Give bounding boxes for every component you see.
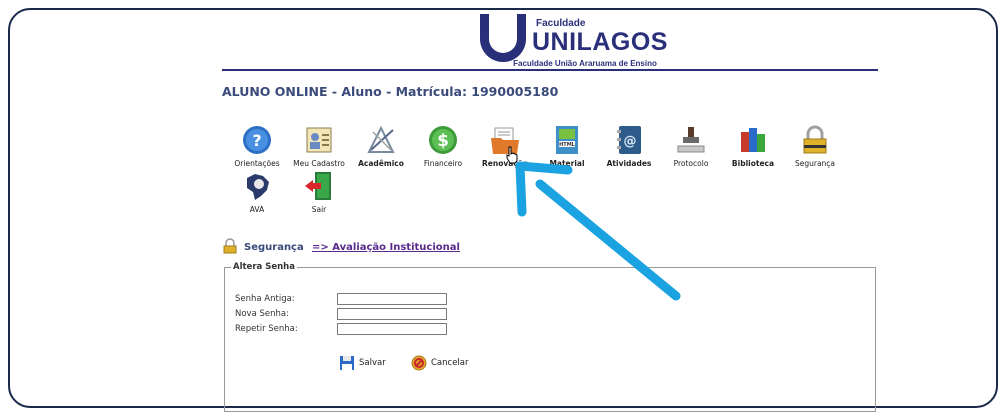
floppy-disk-icon [340, 356, 354, 370]
menu-ava[interactable]: AVA [226, 170, 286, 230]
menu-label: AVA [249, 205, 265, 214]
header-divider [222, 69, 878, 71]
address-book-icon: @ [617, 126, 641, 154]
id-card-icon [306, 127, 332, 153]
new-password-input[interactable] [337, 308, 447, 320]
repeat-password-label: Repetir Senha: [235, 324, 298, 334]
menu-label: Orientações [234, 159, 280, 168]
menu-label: Segurança [794, 159, 836, 168]
menu-label: Protocolo [673, 159, 709, 168]
svg-text:$: $ [437, 131, 449, 151]
padlock-icon [223, 238, 237, 254]
old-password-input[interactable] [337, 293, 447, 305]
stamp-icon [677, 127, 705, 153]
html-document-icon: HTML [556, 126, 578, 154]
menu-renovacao[interactable]: Renovação [474, 124, 534, 184]
main-page: Faculdade UNILAGOS Faculdade União Araru… [222, 10, 878, 412]
logo-name: UNILAGOS [532, 28, 668, 56]
menu-label: Material [549, 159, 585, 168]
repeat-password-input[interactable] [337, 323, 447, 335]
save-label: Salvar [359, 358, 386, 368]
menu-biblioteca[interactable]: Biblioteca [722, 124, 782, 184]
logo-subtitle: Faculdade União Araruama de Ensino [513, 59, 657, 68]
menu-seguranca[interactable]: Segurança [784, 124, 844, 184]
menu-academico[interactable]: Acadêmico [350, 124, 410, 184]
unilagos-logo: Faculdade UNILAGOS Faculdade União Araru… [480, 14, 690, 72]
student-info: ALUNO ONLINE - Aluno - Matrícula: 199000… [222, 84, 559, 99]
menu-atividades[interactable]: @ Atividades [598, 124, 658, 184]
menu-label: Meu Cadastro [293, 159, 345, 168]
avaliacao-institucional-link[interactable]: => Avaliação Institucional [312, 242, 460, 253]
svg-text:?: ? [252, 131, 261, 150]
change-password-fieldset: Altera Senha Senha Antiga: Nova Senha: R… [224, 262, 876, 412]
dollar-icon: $ [429, 126, 457, 154]
drafting-tools-icon [367, 125, 395, 153]
cancel-label: Cancelar [431, 358, 469, 368]
menu-label: Sair [311, 205, 327, 214]
menu-label: Biblioteca [731, 159, 775, 168]
menu-financeiro[interactable]: $ Financeiro [412, 124, 472, 184]
brazil-map-icon [247, 174, 269, 200]
logo-u-shape [480, 18, 526, 62]
new-password-label: Nova Senha: [235, 309, 289, 319]
books-icon [741, 128, 765, 152]
help-icon: ? [243, 126, 271, 154]
breadcrumb-section: Segurança [244, 242, 304, 253]
menu-sair[interactable]: Sair [288, 170, 348, 230]
menu-label: Financeiro [423, 159, 463, 168]
padlock-icon [803, 125, 827, 154]
menu-label: Acadêmico [358, 159, 404, 168]
hand-cursor-icon [506, 146, 518, 164]
exit-door-icon [305, 172, 331, 200]
menu-label: Atividades [606, 159, 652, 168]
menu-material[interactable]: HTML Material [536, 124, 596, 184]
svg-text:@: @ [624, 134, 637, 149]
old-password-label: Senha Antiga: [235, 294, 295, 304]
cancel-icon [411, 355, 427, 371]
menu-protocolo[interactable]: Protocolo [660, 124, 720, 184]
fieldset-legend: Altera Senha [233, 262, 295, 272]
svg-text:HTML: HTML [559, 142, 576, 148]
